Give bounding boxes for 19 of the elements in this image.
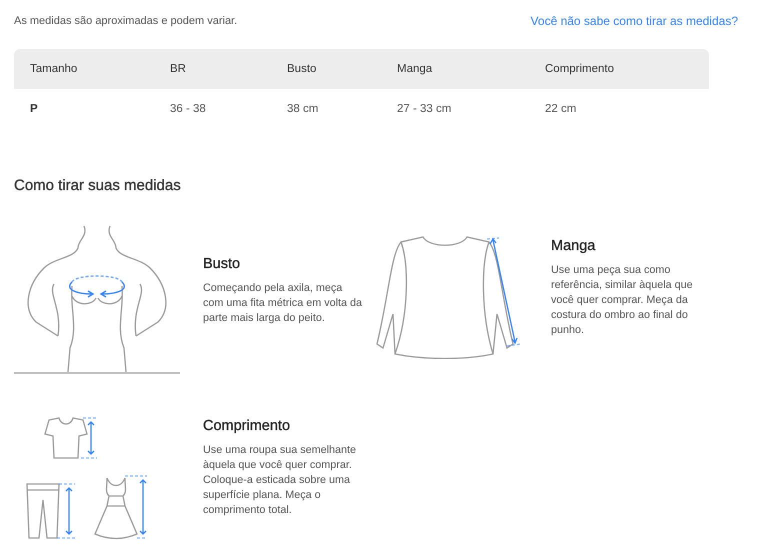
table-cell-text: 36 - 38	[170, 103, 207, 115]
guide-title: Comprimento	[203, 418, 292, 434]
table-cell-text: P	[30, 103, 39, 115]
column-header: BR	[170, 63, 187, 75]
column-header: Comprimento	[545, 63, 616, 75]
table-cell-text: 22 cm	[545, 103, 578, 115]
disclaimer-text: As medidas são aproximadas e podem variar.	[14, 15, 238, 27]
column-header: Busto	[287, 63, 318, 75]
column-header: Tamanho	[30, 63, 78, 75]
table-cell-text: 38 cm	[287, 103, 320, 115]
guide-description: Use uma peça sua como referência, similar àquela que você quer comprar. Meça da costura do ombro ao final do punho.	[551, 263, 694, 338]
table-cell-text: 27 - 33 cm	[397, 103, 452, 115]
section-title: Como tirar suas medidas	[14, 177, 182, 194]
guide-title: Busto	[203, 256, 242, 272]
guide-description: Começando pela axila, meça com uma fita métrica em volta da parte mais larga do peito.	[203, 281, 363, 326]
column-header: Manga	[397, 63, 434, 75]
guide-title: Manga	[551, 238, 596, 254]
measuring-help-link[interactable]: Você não sabe como tirar as medidas?	[530, 14, 738, 28]
guide-description: Use uma roupa sua semelhante àquela que você quer comprar. Coloque-a esticada sobre uma superfície plana. Meça o comprimento total.	[203, 443, 358, 518]
